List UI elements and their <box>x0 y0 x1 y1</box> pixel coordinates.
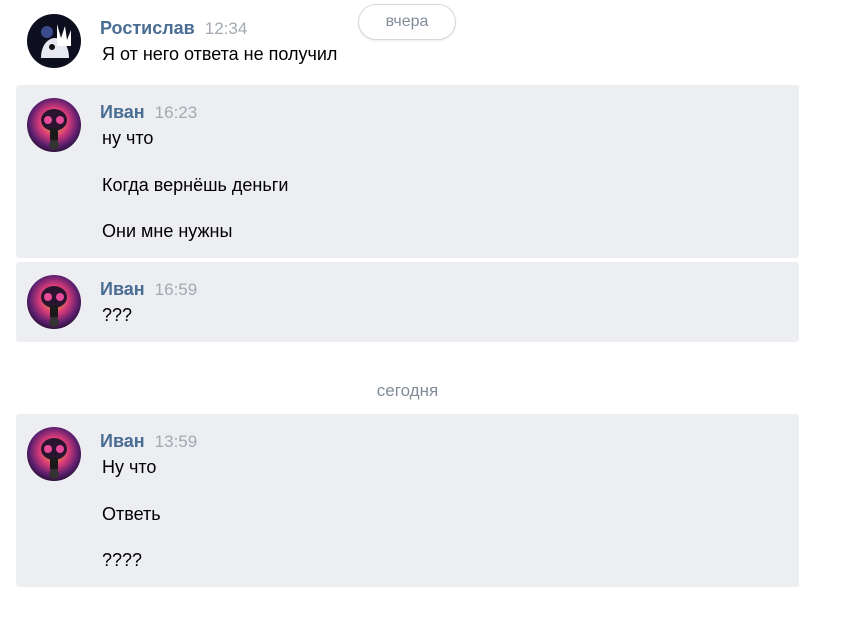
message-text: Когда вернёшь деньги <box>102 175 289 195</box>
message-group[interactable]: Иван 16:59 ??? <box>16 262 799 342</box>
author-name[interactable]: Иван <box>100 431 145 451</box>
message-header: Иван 16:59 <box>100 278 197 300</box>
message-text: ???? <box>102 550 143 570</box>
date-pill-yesterday[interactable]: вчера <box>358 4 456 40</box>
avatar[interactable] <box>27 98 81 152</box>
message-group[interactable]: Иван 13:59 Ну что Ответь ???? <box>16 414 799 587</box>
message-header: Ростислав 12:34 <box>100 17 247 39</box>
chat-history: Ростислав 12:34 Я от него ответа не получ… <box>0 0 853 626</box>
message-text: Ответь <box>102 504 161 524</box>
ivan-avatar-icon <box>27 275 81 329</box>
rostislav-avatar-icon <box>27 14 81 68</box>
message-header: Иван 13:59 <box>100 430 197 452</box>
message-text: ??? <box>102 305 133 325</box>
message-text: Ну что <box>102 457 157 477</box>
message-text: ну что <box>102 128 154 148</box>
avatar[interactable] <box>27 427 81 481</box>
message-group[interactable]: Иван 16:23 ну что Когда вернёшь деньги Он… <box>16 85 799 258</box>
author-name[interactable]: Иван <box>100 279 145 299</box>
message-text: Они мне нужны <box>102 221 233 241</box>
author-name[interactable]: Иван <box>100 102 145 122</box>
message-time[interactable]: 12:34 <box>205 19 248 38</box>
author-name[interactable]: Ростислав <box>100 18 195 38</box>
message-time[interactable]: 16:59 <box>155 280 198 299</box>
avatar[interactable] <box>27 14 81 68</box>
message-time[interactable]: 13:59 <box>155 432 198 451</box>
ivan-avatar-icon <box>27 427 81 481</box>
message-header: Иван 16:23 <box>100 101 197 123</box>
message-text: Я от него ответа не получил <box>102 44 338 64</box>
message-time[interactable]: 16:23 <box>155 103 198 122</box>
avatar[interactable] <box>27 275 81 329</box>
ivan-avatar-icon <box>27 98 81 152</box>
date-separator-today: сегодня <box>376 381 439 400</box>
